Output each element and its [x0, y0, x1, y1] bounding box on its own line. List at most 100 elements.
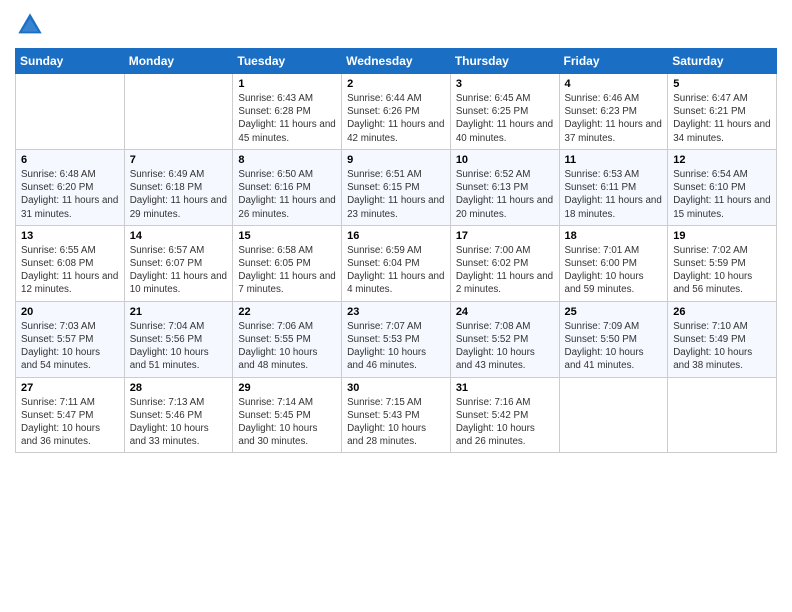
calendar-header-row: SundayMondayTuesdayWednesdayThursdayFrid…: [16, 49, 777, 74]
header: [15, 10, 777, 40]
calendar-cell: 3 Sunrise: 6:45 AM Sunset: 6:25 PM Daylig…: [450, 74, 559, 150]
calendar-cell: 18Sunrise: 7:01 AM Sunset: 6:00 PM Dayli…: [559, 225, 668, 301]
calendar-cell: 24 Sunrise: 7:08 AM Sunset: 5:52 PM Dayli…: [450, 301, 559, 377]
day-number: 1: [238, 78, 336, 90]
calendar-cell: 16 Sunrise: 6:59 AM Sunset: 6:04 PM Dayli…: [342, 225, 451, 301]
day-info: Sunrise: 6:49 AM Sunset: 6:18 PM Dayligh…: [130, 168, 228, 221]
day-info: Sunrise: 7:08 AM Sunset: 5:52 PM Dayligh…: [456, 320, 554, 373]
calendar-cell: 21 Sunrise: 7:04 AM Sunset: 5:56 PM Dayli…: [124, 301, 233, 377]
calendar-week-row: 13 Sunrise: 6:55 AM Sunset: 6:08 PM Dayli…: [16, 225, 777, 301]
calendar-cell: 12Sunrise: 6:54 AM Sunset: 6:10 PM Dayli…: [668, 149, 777, 225]
calendar-cell: 7 Sunrise: 6:49 AM Sunset: 6:18 PM Daylig…: [124, 149, 233, 225]
day-number: 19: [673, 230, 771, 242]
calendar-week-row: 27 Sunrise: 7:11 AM Sunset: 5:47 PM Dayli…: [16, 377, 777, 453]
day-number: 17: [456, 230, 554, 242]
calendar-cell: 28 Sunrise: 7:13 AM Sunset: 5:46 PM Dayli…: [124, 377, 233, 453]
day-info: Sunrise: 7:14 AM Sunset: 5:45 PM Dayligh…: [238, 396, 336, 449]
day-info: Sunrise: 6:52 AM Sunset: 6:13 PM Dayligh…: [456, 168, 554, 221]
day-info: Sunrise: 6:44 AM Sunset: 6:26 PM Dayligh…: [347, 92, 445, 145]
calendar-cell: 2 Sunrise: 6:44 AM Sunset: 6:26 PM Daylig…: [342, 74, 451, 150]
day-info: Sunrise: 6:51 AM Sunset: 6:15 PM Dayligh…: [347, 168, 445, 221]
calendar-cell: 13 Sunrise: 6:55 AM Sunset: 6:08 PM Dayli…: [16, 225, 125, 301]
day-info: Sunrise: 7:11 AM Sunset: 5:47 PM Dayligh…: [21, 396, 119, 449]
day-number: 15: [238, 230, 336, 242]
day-number: 3: [456, 78, 554, 90]
day-info: Sunrise: 7:02 AM Sunset: 5:59 PM Dayligh…: [673, 244, 771, 297]
calendar-cell: 14 Sunrise: 6:57 AM Sunset: 6:07 PM Dayli…: [124, 225, 233, 301]
calendar-cell: 22 Sunrise: 7:06 AM Sunset: 5:55 PM Dayli…: [233, 301, 342, 377]
day-info: Sunrise: 7:06 AM Sunset: 5:55 PM Dayligh…: [238, 320, 336, 373]
calendar-cell: 23 Sunrise: 7:07 AM Sunset: 5:53 PM Dayli…: [342, 301, 451, 377]
day-info: Sunrise: 7:09 AM Sunset: 5:50 PM Dayligh…: [565, 320, 663, 373]
day-number: 29: [238, 382, 336, 394]
calendar-table: SundayMondayTuesdayWednesdayThursdayFrid…: [15, 48, 777, 453]
day-info: Sunrise: 7:04 AM Sunset: 5:56 PM Dayligh…: [130, 320, 228, 373]
calendar-cell: [559, 377, 668, 453]
day-number: 12: [673, 154, 771, 166]
day-number: 27: [21, 382, 119, 394]
day-number: 13: [21, 230, 119, 242]
day-number: 8: [238, 154, 336, 166]
day-info: Sunrise: 6:55 AM Sunset: 6:08 PM Dayligh…: [21, 244, 119, 297]
day-info: Sunrise: 7:00 AM Sunset: 6:02 PM Dayligh…: [456, 244, 554, 297]
calendar-cell: 25 Sunrise: 7:09 AM Sunset: 5:50 PM Dayli…: [559, 301, 668, 377]
calendar-week-row: 20 Sunrise: 7:03 AM Sunset: 5:57 PM Dayli…: [16, 301, 777, 377]
day-number: 28: [130, 382, 228, 394]
calendar-cell: 27 Sunrise: 7:11 AM Sunset: 5:47 PM Dayli…: [16, 377, 125, 453]
day-info: Sunrise: 6:46 AM Sunset: 6:23 PM Dayligh…: [565, 92, 663, 145]
day-number: 31: [456, 382, 554, 394]
day-info: Sunrise: 7:07 AM Sunset: 5:53 PM Dayligh…: [347, 320, 445, 373]
day-info: Sunrise: 6:48 AM Sunset: 6:20 PM Dayligh…: [21, 168, 119, 221]
calendar-cell: 11 Sunrise: 6:53 AM Sunset: 6:11 PM Dayli…: [559, 149, 668, 225]
day-info: Sunrise: 7:03 AM Sunset: 5:57 PM Dayligh…: [21, 320, 119, 373]
day-number: 22: [238, 306, 336, 318]
calendar-cell: 15 Sunrise: 6:58 AM Sunset: 6:05 PM Dayli…: [233, 225, 342, 301]
day-info: Sunrise: 7:13 AM Sunset: 5:46 PM Dayligh…: [130, 396, 228, 449]
day-info: Sunrise: 6:50 AM Sunset: 6:16 PM Dayligh…: [238, 168, 336, 221]
day-info: Sunrise: 6:47 AM Sunset: 6:21 PM Dayligh…: [673, 92, 771, 145]
day-number: 30: [347, 382, 445, 394]
day-number: 4: [565, 78, 663, 90]
calendar-week-row: 6 Sunrise: 6:48 AM Sunset: 6:20 PM Daylig…: [16, 149, 777, 225]
day-number: 6: [21, 154, 119, 166]
day-info: Sunrise: 6:59 AM Sunset: 6:04 PM Dayligh…: [347, 244, 445, 297]
day-number: 9: [347, 154, 445, 166]
calendar-cell: 8 Sunrise: 6:50 AM Sunset: 6:16 PM Daylig…: [233, 149, 342, 225]
calendar-header-tuesday: Tuesday: [233, 49, 342, 74]
calendar-cell: 6 Sunrise: 6:48 AM Sunset: 6:20 PM Daylig…: [16, 149, 125, 225]
calendar-cell: 17 Sunrise: 7:00 AM Sunset: 6:02 PM Dayli…: [450, 225, 559, 301]
day-number: 14: [130, 230, 228, 242]
calendar-cell: 5 Sunrise: 6:47 AM Sunset: 6:21 PM Daylig…: [668, 74, 777, 150]
day-number: 2: [347, 78, 445, 90]
calendar-week-row: 1Sunrise: 6:43 AM Sunset: 6:28 PM Daylig…: [16, 74, 777, 150]
day-number: 20: [21, 306, 119, 318]
page: SundayMondayTuesdayWednesdayThursdayFrid…: [0, 0, 792, 612]
day-number: 25: [565, 306, 663, 318]
calendar-cell: [668, 377, 777, 453]
day-info: Sunrise: 6:53 AM Sunset: 6:11 PM Dayligh…: [565, 168, 663, 221]
day-number: 24: [456, 306, 554, 318]
day-info: Sunrise: 6:58 AM Sunset: 6:05 PM Dayligh…: [238, 244, 336, 297]
day-number: 11: [565, 154, 663, 166]
calendar-header-saturday: Saturday: [668, 49, 777, 74]
day-info: Sunrise: 6:57 AM Sunset: 6:07 PM Dayligh…: [130, 244, 228, 297]
calendar-header-monday: Monday: [124, 49, 233, 74]
calendar-cell: 19 Sunrise: 7:02 AM Sunset: 5:59 PM Dayli…: [668, 225, 777, 301]
day-number: 21: [130, 306, 228, 318]
day-number: 7: [130, 154, 228, 166]
day-info: Sunrise: 7:16 AM Sunset: 5:42 PM Dayligh…: [456, 396, 554, 449]
calendar-cell: 26Sunrise: 7:10 AM Sunset: 5:49 PM Dayli…: [668, 301, 777, 377]
calendar-header-sunday: Sunday: [16, 49, 125, 74]
calendar-cell: 29 Sunrise: 7:14 AM Sunset: 5:45 PM Dayli…: [233, 377, 342, 453]
day-info: Sunrise: 6:45 AM Sunset: 6:25 PM Dayligh…: [456, 92, 554, 145]
logo: [15, 10, 49, 40]
logo-icon: [15, 10, 45, 40]
day-number: 23: [347, 306, 445, 318]
calendar-cell: 1Sunrise: 6:43 AM Sunset: 6:28 PM Daylig…: [233, 74, 342, 150]
day-number: 16: [347, 230, 445, 242]
calendar-cell: 10Sunrise: 6:52 AM Sunset: 6:13 PM Dayli…: [450, 149, 559, 225]
day-number: 5: [673, 78, 771, 90]
day-info: Sunrise: 7:15 AM Sunset: 5:43 PM Dayligh…: [347, 396, 445, 449]
day-info: Sunrise: 7:01 AM Sunset: 6:00 PM Dayligh…: [565, 244, 663, 297]
calendar-header-thursday: Thursday: [450, 49, 559, 74]
